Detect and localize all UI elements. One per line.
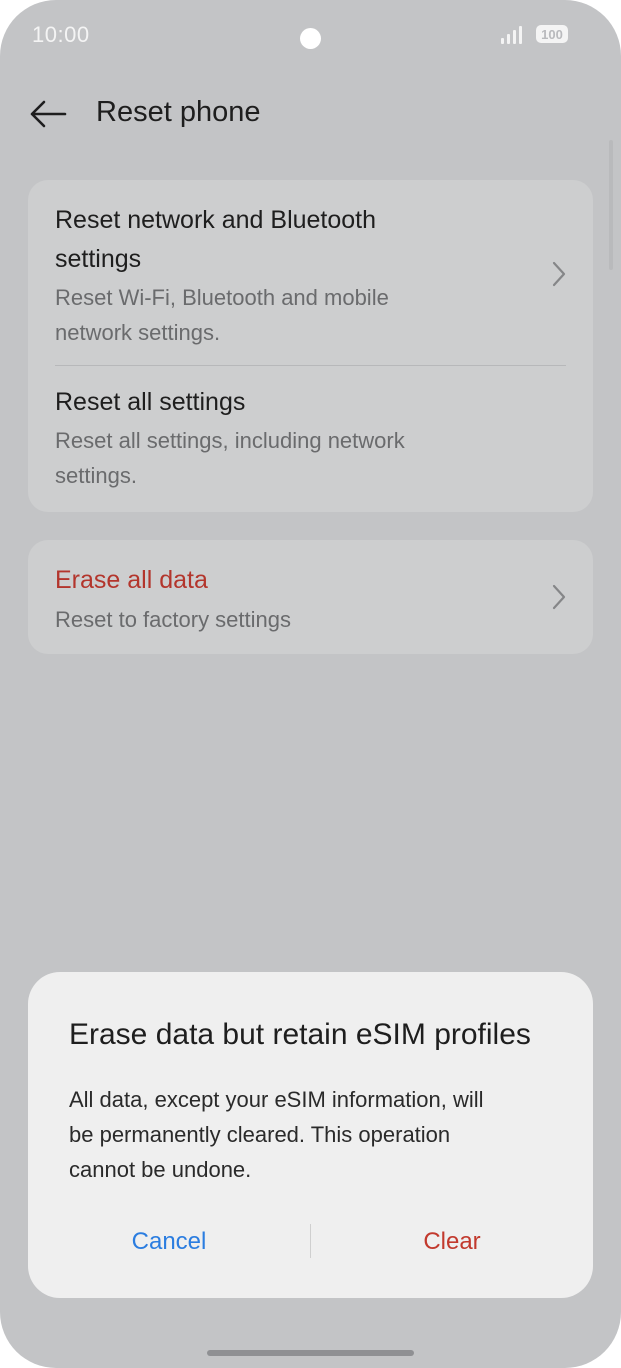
clear-button[interactable]: Clear	[311, 1222, 593, 1262]
dialog-title: Erase data but retain eSIM profiles	[69, 1018, 531, 1051]
scrollbar	[609, 140, 613, 270]
battery-level: 100	[541, 26, 563, 42]
reset-options-card: Reset network and Bluetooth settings Res…	[28, 180, 593, 629]
status-time: 10:00	[32, 22, 90, 47]
erase-confirm-dialog: Erase data but retain eSIM profiles All …	[28, 972, 593, 1298]
dialog-message-line3: cannot be undone.	[69, 1157, 252, 1182]
item-title: Reset all settings	[55, 388, 246, 416]
item-description-line1: Reset Wi-Fi, Bluetooth and mobile	[55, 285, 389, 310]
camera-hole-icon	[300, 28, 321, 49]
battery-icon: 100	[536, 25, 568, 43]
item-description-line2: network settings.	[55, 320, 221, 345]
item-description: Reset all settings, including network se…	[55, 423, 525, 493]
erase-data-card: Erase all data Reset to factory settings	[28, 540, 593, 654]
item-description-line2: settings.	[55, 463, 137, 488]
chevron-right-icon	[552, 584, 566, 610]
chevron-right-icon	[552, 261, 566, 287]
item-title: Erase all data	[55, 566, 208, 594]
item-description-line1: Reset all settings, including network	[55, 428, 405, 453]
cancel-button[interactable]: Cancel	[28, 1222, 310, 1262]
item-title-line2: settings	[55, 245, 142, 273]
arrow-left-icon	[30, 100, 67, 128]
back-button[interactable]	[28, 96, 68, 132]
erase-all-data-item[interactable]: Erase all data Reset to factory settings	[28, 540, 593, 654]
reset-network-item[interactable]: Reset network and Bluetooth settings Res…	[28, 180, 593, 366]
page-title: Reset phone	[96, 96, 261, 128]
item-title-line1: Reset network and Bluetooth	[55, 206, 377, 234]
item-title: Reset network and Bluetooth settings	[55, 201, 525, 279]
signal-icon	[501, 26, 522, 44]
phone-screen: 10:00 100 Reset phone Reset network and …	[0, 0, 621, 1368]
dialog-message: All data, except your eSIM information, …	[69, 1082, 549, 1187]
item-description: Reset Wi-Fi, Bluetooth and mobile networ…	[55, 280, 525, 350]
reset-all-settings-item[interactable]: Reset all settings Reset all settings, i…	[28, 366, 593, 629]
dialog-message-line1: All data, except your eSIM information, …	[69, 1087, 484, 1112]
dialog-message-line2: be permanently cleared. This operation	[69, 1122, 451, 1147]
home-indicator[interactable]	[207, 1350, 414, 1356]
item-description: Reset to factory settings	[55, 607, 291, 632]
